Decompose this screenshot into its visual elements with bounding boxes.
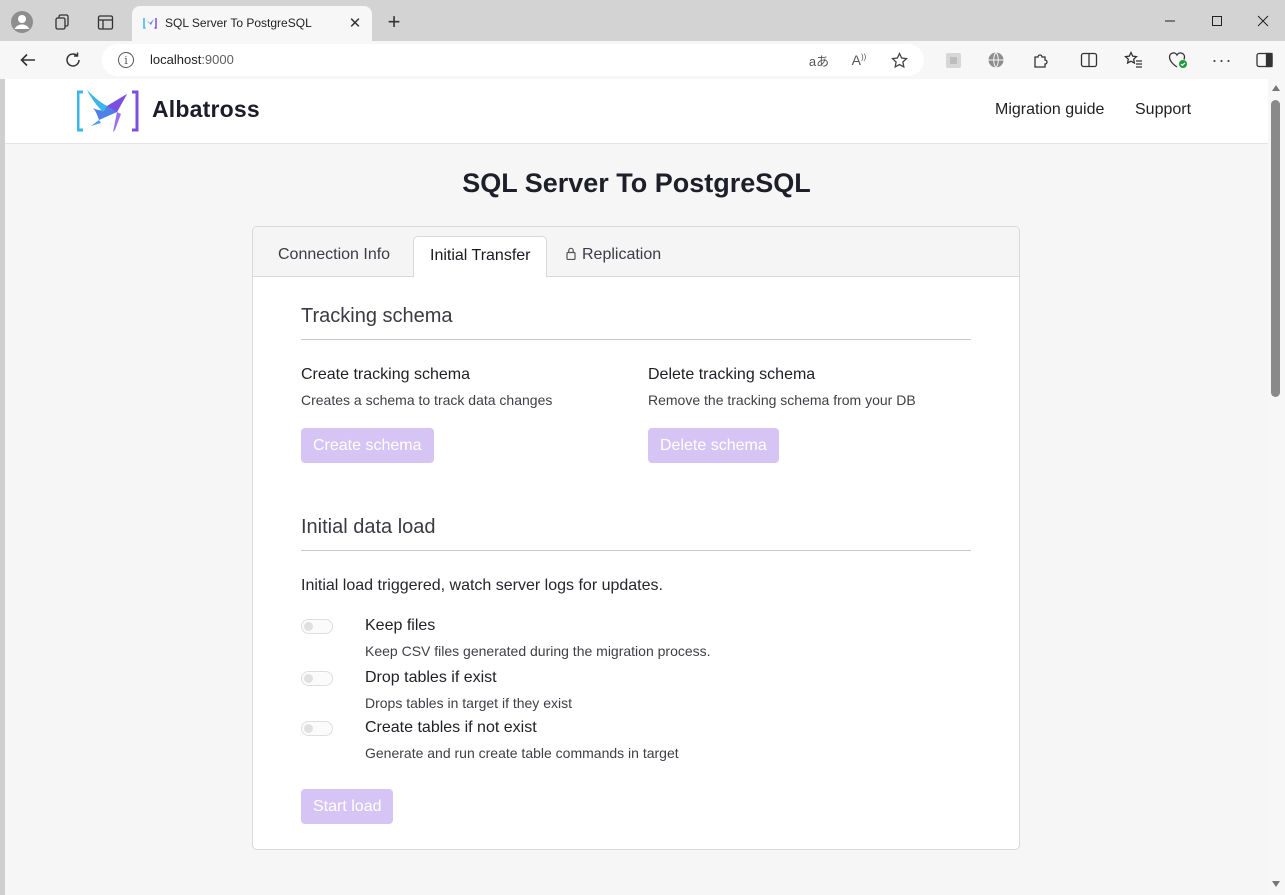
browser-essentials-icon[interactable]: [1167, 49, 1189, 71]
profile-icon[interactable]: [10, 10, 34, 34]
section-divider: [301, 339, 971, 340]
close-window-icon[interactable]: [1248, 8, 1278, 34]
sidebar-toggle-icon[interactable]: [1253, 49, 1275, 71]
toggle-knob: [304, 724, 313, 733]
workspaces-icon[interactable]: [51, 10, 75, 34]
albatross-logo-icon[interactable]: [76, 86, 139, 136]
scroll-down-arrow-icon[interactable]: [1272, 881, 1280, 887]
brand-name[interactable]: Albatross: [152, 96, 260, 123]
create-tables-toggle[interactable]: [301, 721, 333, 736]
nav-migration-guide[interactable]: Migration guide: [995, 101, 1104, 119]
keep-files-desc: Keep CSV files generated during the migr…: [365, 643, 711, 659]
favorites-list-icon[interactable]: [1122, 49, 1144, 71]
tracking-schema-heading: Tracking schema: [301, 305, 453, 327]
tab-connection-info[interactable]: Connection Info: [262, 236, 406, 277]
address-bar[interactable]: i localhost:9000 aあ A)): [102, 44, 924, 76]
page-viewport: Albatross Migration guide Support SQL Se…: [5, 79, 1268, 895]
delete-tracking-title: Delete tracking schema: [648, 366, 816, 383]
extensions-puzzle-icon[interactable]: [1030, 49, 1052, 71]
favorite-star-icon[interactable]: [888, 49, 910, 71]
vertical-tabs-icon[interactable]: [93, 10, 117, 34]
drop-tables-label: Drop tables if exist: [365, 669, 497, 686]
close-tab-icon[interactable]: ✕: [346, 14, 364, 32]
scrollbar-thumb[interactable]: [1271, 100, 1280, 397]
toggle-knob: [304, 622, 313, 631]
create-tracking-title: Create tracking schema: [301, 366, 470, 383]
keep-files-toggle[interactable]: [301, 619, 333, 634]
migration-card: Connection Info Initial Transfer Replica…: [252, 226, 1020, 850]
scroll-up-arrow-icon[interactable]: [1272, 85, 1280, 91]
initial-data-load-heading: Initial data load: [301, 516, 436, 538]
drop-tables-toggle[interactable]: [301, 671, 333, 686]
globe-extension-icon[interactable]: [985, 49, 1007, 71]
lock-icon: [566, 247, 576, 261]
albatross-favicon-icon: [142, 15, 158, 31]
browser-titlebar: SQL Server To PostgreSQL ✕ +: [0, 0, 1285, 41]
minimize-icon[interactable]: [1155, 8, 1185, 34]
create-tables-desc: Generate and run create table commands i…: [365, 745, 679, 761]
start-load-button[interactable]: Start load: [301, 789, 394, 824]
toggle-knob: [304, 674, 313, 683]
site-header: Albatross Migration guide Support: [5, 79, 1268, 144]
create-tracking-desc: Creates a schema to track data changes: [301, 392, 553, 408]
keep-files-label: Keep files: [365, 617, 436, 634]
tab-connection-info-label: Connection Info: [278, 246, 391, 263]
more-options-icon[interactable]: ···: [1211, 49, 1233, 71]
tab-replication[interactable]: Replication: [550, 236, 677, 277]
back-icon[interactable]: [15, 47, 41, 73]
browser-tab-active[interactable]: SQL Server To PostgreSQL ✕: [132, 6, 372, 41]
translate-icon[interactable]: aあ: [808, 49, 830, 71]
create-tables-label: Create tables if not exist: [365, 719, 537, 736]
nav-support[interactable]: Support: [1135, 101, 1191, 119]
delete-tracking-desc: Remove the tracking schema from your DB: [648, 392, 916, 408]
maximize-icon[interactable]: [1202, 8, 1232, 34]
read-aloud-icon[interactable]: A)): [848, 49, 870, 71]
address-url: localhost:9000: [150, 52, 234, 67]
create-schema-button[interactable]: Create schema: [301, 428, 434, 463]
refresh-icon[interactable]: [60, 47, 86, 73]
migration-tabs: Connection Info Initial Transfer Replica…: [253, 227, 1019, 278]
site-info-icon[interactable]: i: [118, 52, 134, 68]
page-scrollbar[interactable]: [1268, 79, 1285, 895]
browser-tab-title: SQL Server To PostgreSQL: [165, 16, 312, 30]
section-divider: [301, 550, 971, 551]
drop-tables-desc: Drops tables in target if they exist: [365, 695, 572, 711]
tab-initial-transfer-label: Initial Transfer: [430, 247, 531, 264]
tab-replication-label: Replication: [582, 246, 662, 263]
split-screen-icon[interactable]: [1078, 49, 1100, 71]
page-title: SQL Server To PostgreSQL: [462, 168, 811, 198]
tab-initial-transfer[interactable]: Initial Transfer: [413, 236, 548, 278]
load-status-message: Initial load triggered, watch server log…: [301, 577, 663, 594]
new-tab-icon[interactable]: +: [382, 9, 406, 34]
browser-toolbar: i localhost:9000 aあ A)) ···: [0, 41, 1285, 79]
delete-schema-button[interactable]: Delete schema: [648, 428, 779, 463]
extension-grey-icon[interactable]: [942, 49, 964, 71]
